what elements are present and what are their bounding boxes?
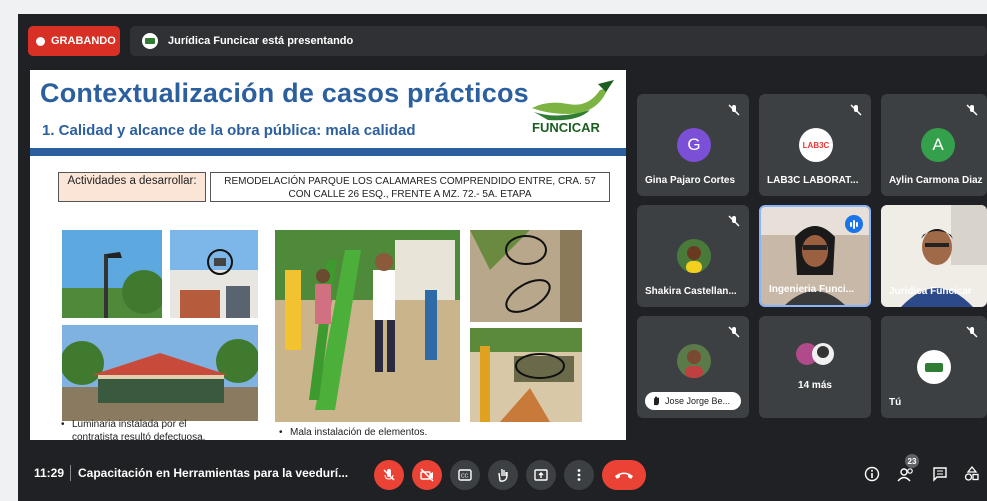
- chat-button[interactable]: [926, 460, 954, 488]
- avatar: G: [677, 128, 711, 162]
- participant-tile-ingenieria[interactable]: Ingenieria Funci...: [759, 205, 871, 307]
- mic-off-icon: [728, 104, 740, 116]
- speaking-indicator-icon: [845, 215, 863, 233]
- end-call-icon: [615, 472, 633, 479]
- captions-icon: CC: [458, 469, 472, 481]
- participant-tile-shakira[interactable]: Shakira Castellan...: [637, 205, 749, 307]
- camera-toggle-button[interactable]: [412, 460, 442, 490]
- mic-off-icon: [966, 326, 978, 338]
- meet-window: GRABANDO Jurídica Funcicar está presenta…: [18, 14, 987, 501]
- participant-tile-juridica[interactable]: Juridica Funcicar: [881, 205, 987, 307]
- activities-icon: [964, 466, 979, 481]
- slide-subtitle: 1. Calidad y alcance de la obra pública:…: [42, 122, 416, 139]
- slide-title: Contextualización de casos prácticos: [40, 78, 529, 108]
- camera-off-icon: [420, 468, 434, 482]
- mic-off-icon: [966, 104, 978, 116]
- self-logo-avatar: [917, 350, 951, 384]
- chat-icon: [933, 467, 947, 482]
- record-dot-icon: [36, 36, 45, 46]
- recording-badge: GRABANDO: [28, 26, 120, 56]
- slide-brand: FUNCICAR: [532, 120, 600, 135]
- browser-top-strip: [0, 0, 987, 14]
- participant-name-pill: Jose Jorge Be...: [645, 392, 741, 410]
- present-icon: [534, 469, 548, 481]
- photo-climber-detail: [470, 328, 582, 422]
- activities-button[interactable]: [958, 460, 986, 488]
- participant-name: Jose Jorge Be...: [665, 396, 731, 406]
- mic-toggle-button[interactable]: [374, 460, 404, 490]
- raise-hand-button[interactable]: [488, 460, 518, 490]
- mic-off-icon: [728, 215, 740, 227]
- participant-name: Shakira Castellan...: [645, 286, 737, 297]
- participant-name: Ingenieria Funci...: [769, 284, 855, 295]
- participant-name: Aylin Carmona Diaz: [889, 175, 983, 186]
- more-participants-avatars: [796, 343, 834, 365]
- photo-streetlight: [62, 230, 162, 318]
- raise-hand-icon: [498, 469, 508, 482]
- participant-tile-aylin[interactable]: A Aylin Carmona Diaz: [881, 94, 987, 196]
- presenter-logo-icon: [142, 33, 158, 49]
- bottom-toolbar: 11:29 Capacitación en Herramientas para …: [18, 444, 987, 501]
- more-participants-label: 14 más: [798, 380, 832, 391]
- slide-title-bar: [30, 148, 626, 156]
- captions-button[interactable]: CC: [450, 460, 480, 490]
- people-icon: [897, 468, 913, 482]
- avatar: A: [921, 128, 955, 162]
- svg-text:CC: CC: [461, 474, 469, 480]
- participant-tile-gina[interactable]: G Gina Pajaro Cortes: [637, 94, 749, 196]
- participant-name: Tú: [889, 397, 902, 408]
- meeting-title: Capacitación en Herramientas para la vee…: [78, 466, 349, 480]
- browser-left-strip: [0, 0, 18, 501]
- participant-count-badge: 23: [905, 454, 919, 468]
- photo-slide-playground: [275, 230, 460, 422]
- project-description: REMODELACIÓN PARQUE LOS CALAMARES COMPRE…: [210, 172, 610, 202]
- hand-raised-icon: [654, 396, 659, 406]
- shared-slide: Contextualización de casos prácticos 1. …: [30, 70, 626, 440]
- presenter-text: Jurídica Funcicar está presentando: [168, 35, 354, 47]
- participant-name: Juridica Funcicar: [889, 286, 972, 297]
- mic-off-icon: [383, 469, 395, 481]
- participant-tile-lab3c[interactable]: LAB3C LAB3C LABORAT...: [759, 94, 871, 196]
- participant-name: LAB3C LABORAT...: [767, 175, 859, 186]
- photo-ground-detail: [470, 230, 582, 322]
- presenter-banner: Jurídica Funcicar está presentando: [130, 26, 987, 56]
- participant-tile-self[interactable]: Tú: [881, 316, 987, 418]
- participant-tile-jose[interactable]: Jose Jorge Be...: [637, 316, 749, 418]
- recording-label: GRABANDO: [51, 35, 116, 47]
- more-options-button[interactable]: [564, 460, 594, 490]
- end-call-button[interactable]: [602, 460, 646, 490]
- photo-kiosk: [62, 325, 258, 421]
- participant-name: Gina Pajaro Cortes: [645, 175, 736, 186]
- photo-wall-lamp: [170, 230, 258, 318]
- lab3c-logo-avatar: LAB3C: [799, 128, 833, 162]
- avatar: [677, 239, 711, 273]
- activities-label: Actividades a desarrollar:: [58, 172, 206, 202]
- mic-off-icon: [850, 104, 862, 116]
- more-vert-icon: [577, 469, 581, 481]
- info-icon: [864, 466, 880, 482]
- participant-tile-more[interactable]: 14 más: [759, 316, 871, 418]
- separator: [70, 465, 71, 481]
- meeting-info-button[interactable]: [858, 460, 886, 488]
- present-button[interactable]: [526, 460, 556, 490]
- caption-luminaria: Luminaria instalada por el contratista r…: [61, 418, 222, 440]
- clock: 11:29: [34, 466, 65, 480]
- avatar: [677, 344, 711, 378]
- mic-off-icon: [728, 326, 740, 338]
- caption-elementos: Mala instalación de elementos.: [279, 426, 490, 439]
